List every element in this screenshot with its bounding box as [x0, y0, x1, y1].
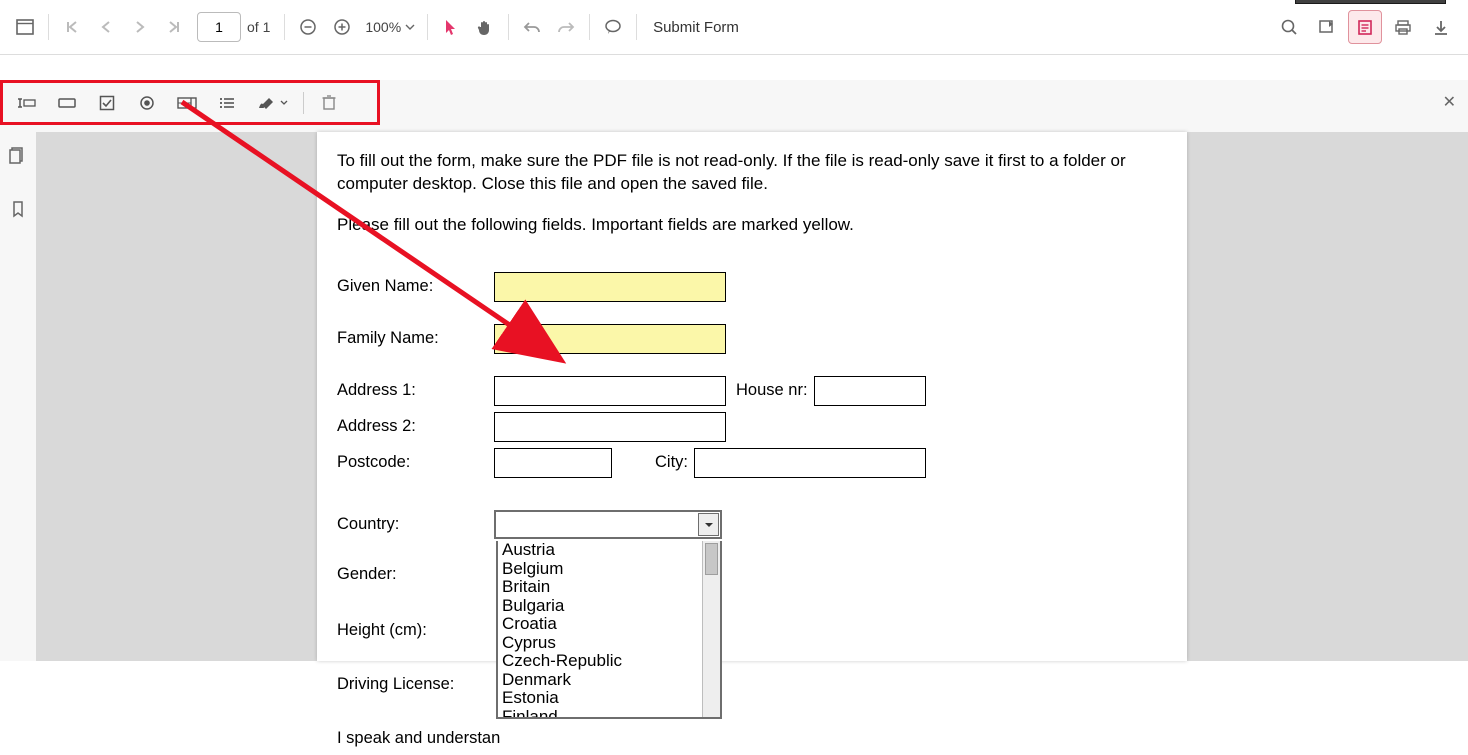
label-house-nr: House nr:	[736, 381, 808, 400]
search-icon[interactable]	[1272, 10, 1306, 44]
submit-form-button[interactable]: Submit Form	[653, 19, 739, 36]
close-icon[interactable]: ✕	[1443, 92, 1456, 112]
download-icon[interactable]	[1424, 10, 1458, 44]
form-fields-icon[interactable]	[1348, 10, 1382, 44]
bookmarks-icon[interactable]	[1, 192, 35, 226]
radio-tool-icon[interactable]	[127, 86, 167, 120]
label-country: Country:	[337, 515, 494, 534]
label-city: City:	[618, 453, 688, 472]
pdf-page: To fill out the form, make sure the PDF …	[317, 132, 1187, 661]
page-number-input[interactable]	[197, 12, 241, 42]
comment-icon[interactable]	[596, 10, 630, 44]
label-speak: I speak and understan	[337, 729, 500, 748]
body-area: ✕ To fill out the form, make sure the PD…	[0, 80, 1468, 661]
combobox-tool-icon[interactable]	[167, 86, 207, 120]
tooltip: Add and Edit Form Fields	[1295, 0, 1446, 4]
country-option[interactable]: Austria	[498, 541, 720, 560]
sidebar-toggle-icon[interactable]	[8, 10, 42, 44]
delete-tool-icon[interactable]	[309, 86, 349, 120]
input-city[interactable]	[694, 448, 926, 478]
input-house-nr[interactable]	[814, 376, 926, 406]
next-page-icon[interactable]	[123, 10, 157, 44]
button-tool-icon[interactable]	[47, 86, 87, 120]
label-postcode: Postcode:	[337, 453, 494, 472]
label-address2: Address 2:	[337, 417, 494, 436]
first-page-icon[interactable]	[55, 10, 89, 44]
instruction-1: To fill out the form, make sure the PDF …	[337, 150, 1167, 196]
redo-icon[interactable]	[549, 10, 583, 44]
select-tool-icon[interactable]	[434, 10, 468, 44]
country-combobox[interactable]: AustriaBelgiumBritainBulgariaCroatiaCypr…	[494, 510, 722, 539]
thumbnails-icon[interactable]	[1, 138, 35, 172]
checkbox-tool-icon[interactable]	[87, 86, 127, 120]
last-page-icon[interactable]	[157, 10, 191, 44]
instruction-2: Please fill out the following fields. Im…	[337, 214, 1167, 237]
document-viewport[interactable]: To fill out the form, make sure the PDF …	[36, 132, 1468, 661]
input-address2[interactable]	[494, 412, 726, 442]
zoom-in-icon[interactable]	[325, 10, 359, 44]
zoom-level-dropdown[interactable]: 100%	[359, 19, 421, 35]
label-given-name: Given Name:	[337, 277, 494, 296]
prev-page-icon[interactable]	[89, 10, 123, 44]
label-height: Height (cm):	[337, 621, 494, 640]
input-family-name[interactable]	[494, 324, 726, 354]
annotate-icon[interactable]	[1310, 10, 1344, 44]
input-postcode[interactable]	[494, 448, 612, 478]
listbox-tool-icon[interactable]	[207, 86, 247, 120]
zoom-out-icon[interactable]	[291, 10, 325, 44]
label-address1: Address 1:	[337, 381, 494, 400]
country-option[interactable]: Bulgaria	[498, 597, 720, 616]
hand-tool-icon[interactable]	[468, 10, 502, 44]
text-field-tool-icon[interactable]	[7, 86, 47, 120]
print-icon[interactable]	[1386, 10, 1420, 44]
label-gender: Gender:	[337, 565, 494, 584]
page-total-label: of 1	[247, 19, 270, 35]
main-toolbar: of 1 100% Submit Form Add and Edit Form …	[0, 0, 1468, 55]
label-family-name: Family Name:	[337, 329, 494, 348]
form-fields-toolbar	[0, 80, 380, 125]
input-address1[interactable]	[494, 376, 726, 406]
label-driving: Driving License:	[337, 675, 494, 694]
signature-tool-icon[interactable]	[247, 86, 297, 120]
chevron-down-icon[interactable]	[698, 513, 719, 536]
undo-icon[interactable]	[515, 10, 549, 44]
country-option[interactable]: Finland	[498, 708, 720, 718]
input-given-name[interactable]	[494, 272, 726, 302]
